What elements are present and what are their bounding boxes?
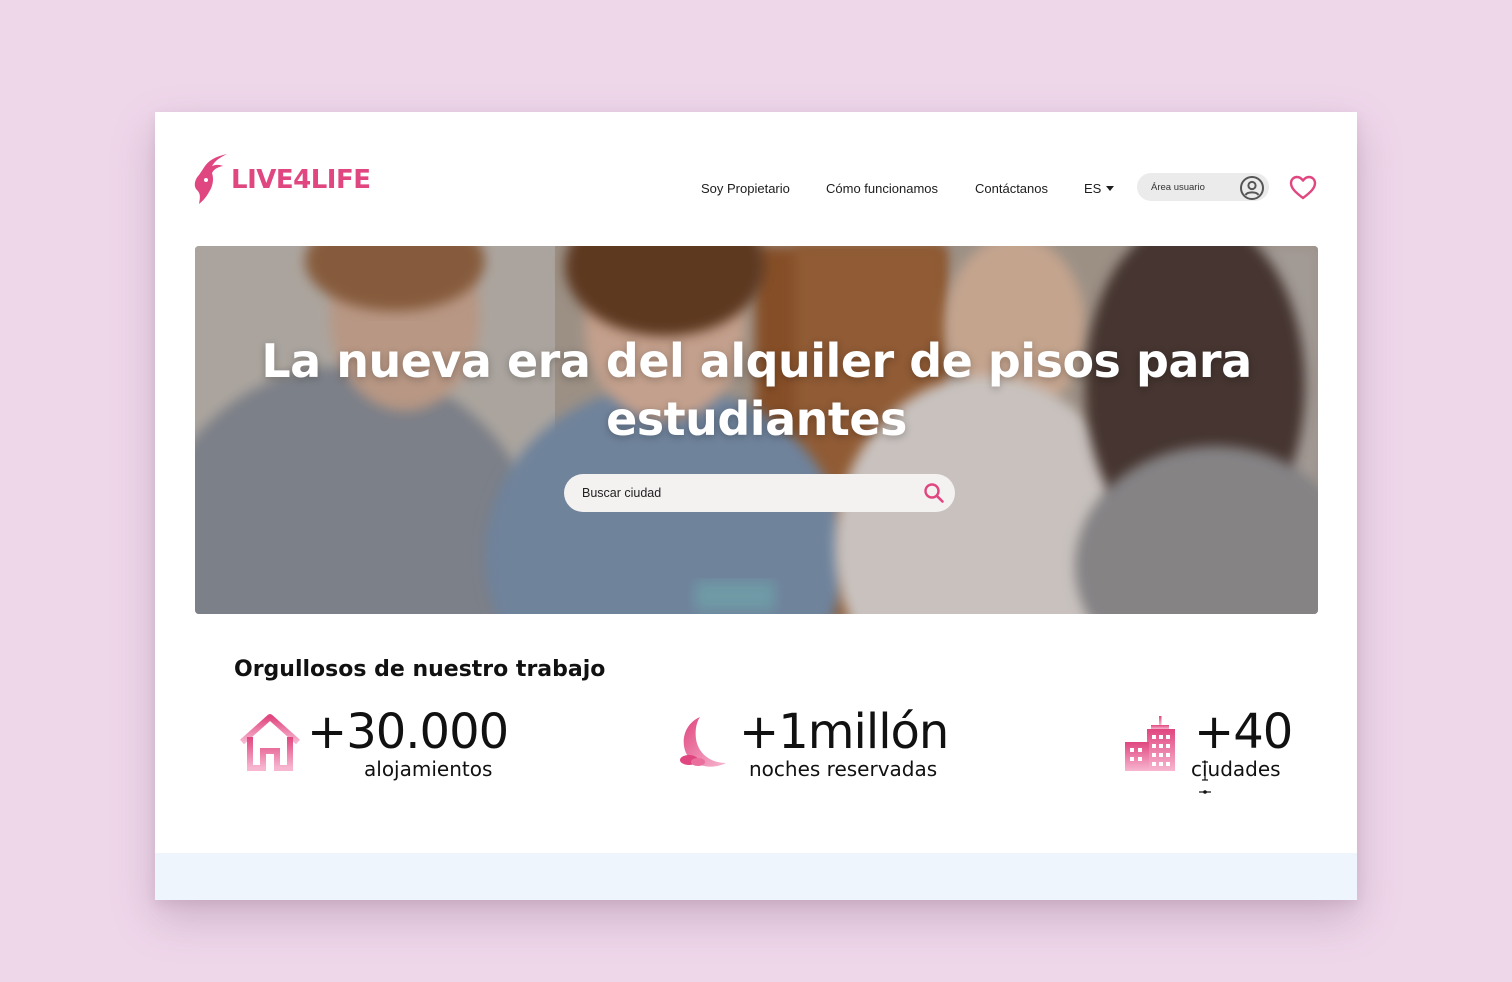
stat-label-alojamientos: alojamientos [364,757,493,781]
user-area-label: Área usuario [1151,181,1205,193]
city-search-input[interactable]: Buscar ciudad [564,474,955,512]
buildings-icon [1125,716,1175,771]
user-account-icon [1240,176,1264,200]
hero-banner: La nueva era del alquiler de pisos para … [195,246,1318,614]
next-section-band [155,853,1357,900]
favorites-heart-icon[interactable] [1289,175,1317,201]
brand-logo[interactable]: LIVE4LIFE [193,152,371,208]
search-placeholder: Buscar ciudad [582,486,662,500]
goat-logo-icon [194,154,227,204]
stat-label-noches: noches reservadas [749,757,938,781]
language-label: ES [1084,181,1102,196]
hero-title: La nueva era del alquiler de pisos para … [261,334,1252,446]
browser-frame: LIVE4LIFE Soy Propietario Cómo funcionam… [155,112,1357,900]
text-cursor-icon [1199,761,1211,794]
stat-value-ciudades: +40 [1194,704,1293,760]
language-selector[interactable]: ES [1084,181,1115,196]
house-icon [240,714,300,771]
user-area-button[interactable]: Área usuario [1137,173,1269,201]
nav-contactanos[interactable]: Contáctanos [975,181,1048,196]
nav-como-funcionamos[interactable]: Cómo funcionamos [826,181,938,196]
moon-icon [680,717,726,767]
nav-soy-propietario[interactable]: Soy Propietario [701,181,790,196]
stats-title: Orgullosos de nuestro trabajo [234,657,606,682]
stat-value-noches: +1millón [739,704,949,760]
brand-name: LIVE4LIFE [231,165,371,195]
caret-down-icon [1106,186,1115,191]
stat-value-alojamientos: +30.000 [307,704,509,760]
search-icon[interactable] [923,482,945,504]
